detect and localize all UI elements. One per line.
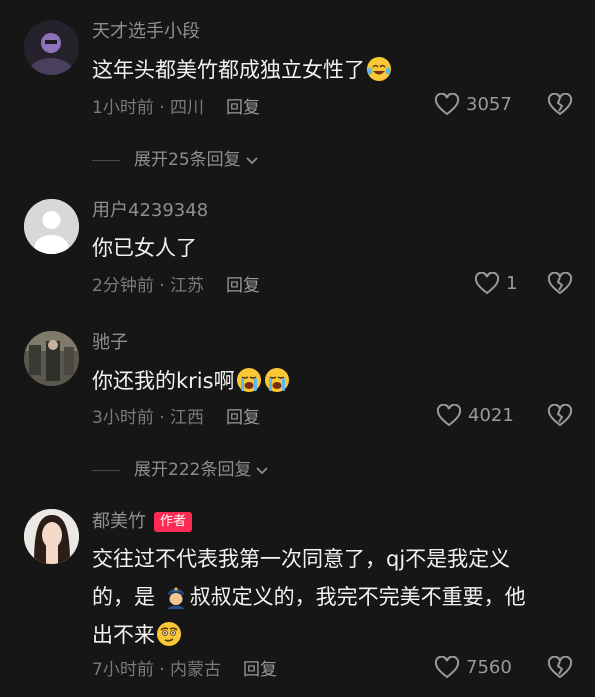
laughing-tears-emoji-icon [367, 57, 391, 81]
comment-text-line: 交往过不代表我第一次同意了，qj不是我定义 [92, 547, 511, 571]
comment-username[interactable]: 用户4239348 [92, 200, 208, 222]
comment-text: 你还我的kris啊 [92, 362, 562, 400]
chevron-down-icon [256, 467, 269, 475]
crying-emoji-icon [264, 368, 289, 392]
like-button[interactable]: 4021 [436, 404, 514, 428]
broken-heart-icon [547, 655, 573, 679]
dislike-button[interactable] [547, 92, 573, 121]
like-count: 3057 [466, 94, 512, 115]
divider-line [92, 469, 120, 471]
divider-line [92, 159, 120, 161]
smirk-emoji-icon [157, 622, 181, 646]
broken-heart-icon [547, 271, 573, 295]
author-badge: 作者 [154, 512, 193, 532]
like-button[interactable]: 1 [474, 272, 517, 296]
comment-text-line: 出不来 [92, 616, 562, 654]
avatar-image [24, 509, 79, 564]
comment-meta: 2分钟前 · 江苏 回复 [92, 275, 260, 297]
comment-username[interactable]: 天才选手小段 [92, 21, 200, 43]
comment-text-content: 你已女人了 [92, 236, 197, 260]
expand-replies-button[interactable]: 展开222条回复 [92, 459, 270, 481]
crying-emoji-icon [236, 368, 261, 392]
like-count: 7560 [466, 657, 512, 678]
dislike-button[interactable] [547, 271, 573, 300]
user-avatar[interactable] [24, 199, 79, 254]
comment-username[interactable]: 驰子 [92, 332, 128, 354]
reply-button[interactable]: 回复 [226, 98, 260, 118]
heart-icon [436, 404, 462, 427]
user-avatar[interactable] [24, 509, 79, 564]
expand-replies-label: 展开222条回复 [134, 460, 252, 480]
comment-text: 你已女人了 [92, 229, 562, 267]
comment-meta: 1小时前 · 四川 回复 [92, 97, 260, 119]
comment-meta: 3小时前 · 江西 回复 [92, 407, 260, 429]
time-location: 1小时前 · 四川 [92, 98, 205, 118]
broken-heart-icon [547, 403, 573, 427]
reply-button[interactable]: 回复 [226, 408, 260, 428]
like-count: 1 [506, 273, 518, 294]
default-avatar-icon [24, 199, 79, 254]
like-count: 4021 [468, 405, 514, 426]
comment-text: 交往过不代表我第一次同意了，qj不是我定义 的，是 叔叔定义的，我完不完美不重要… [92, 540, 562, 654]
avatar-image [24, 331, 79, 386]
comment-text-content: 这年头都美竹都成独立女性了 [92, 58, 365, 82]
user-avatar[interactable] [24, 20, 79, 75]
avatar-image [24, 20, 79, 75]
comment-meta: 7小时前 · 内蒙古 回复 [92, 659, 277, 681]
expand-replies-button[interactable]: 展开25条回复 [92, 149, 260, 171]
heart-icon [474, 272, 500, 295]
police-officer-emoji-icon [166, 587, 185, 609]
like-button[interactable]: 3057 [434, 93, 512, 117]
chevron-down-icon [246, 157, 258, 165]
heart-icon [434, 656, 460, 679]
expand-replies-label: 展开25条回复 [134, 150, 241, 170]
time-location: 2分钟前 · 江苏 [92, 276, 205, 296]
comment-text-part: 出不来 [92, 623, 155, 647]
comment-username[interactable]: 都美竹 作者 [92, 511, 193, 533]
dislike-button[interactable] [547, 403, 573, 432]
heart-icon [434, 93, 460, 116]
broken-heart-icon [547, 92, 573, 116]
time-location: 3小时前 · 江西 [92, 408, 205, 428]
comment-text-part: 叔叔定义的，我完不完美不重要，他 [189, 585, 526, 609]
comment-text-part: 的，是 [92, 585, 155, 609]
reply-button[interactable]: 回复 [243, 660, 277, 680]
author-name: 都美竹 [92, 511, 146, 532]
reply-button[interactable]: 回复 [226, 276, 260, 296]
comment-text: 这年头都美竹都成独立女性了 [92, 51, 562, 89]
comment-text-content: 你还我的kris啊 [92, 369, 235, 393]
comment-text-line: 的，是 叔叔定义的，我完不完美不重要，他 [92, 578, 562, 616]
dislike-button[interactable] [547, 655, 573, 684]
user-avatar[interactable] [24, 331, 79, 386]
time-location: 7小时前 · 内蒙古 [92, 660, 222, 680]
like-button[interactable]: 7560 [434, 656, 512, 680]
